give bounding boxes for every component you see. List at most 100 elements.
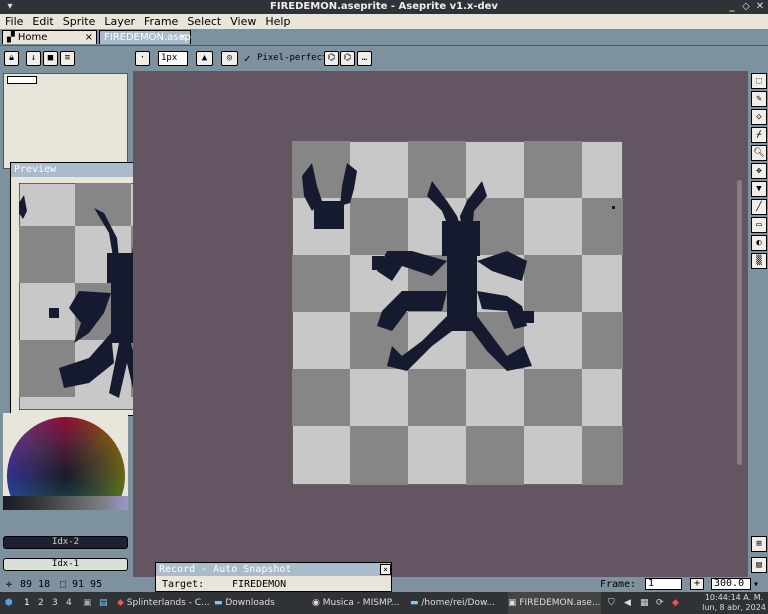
window-menu-icon[interactable]: ▾: [4, 1, 16, 13]
close-window-icon[interactable]: ✕: [754, 1, 766, 13]
tools-panel: ⬚ ✎ ◇ ⌿ 🔍︎ ✥ ▼ ╱ ▭ ◐ ▒ ⊞ ▤: [750, 71, 768, 577]
pixel-perfect-checkbox[interactable]: ✓: [244, 52, 251, 65]
brush-size-field[interactable]: 1px: [158, 51, 188, 66]
blur-tool-icon[interactable]: ▒: [751, 253, 767, 269]
eyedropper-tool-icon[interactable]: ⌿: [751, 127, 767, 143]
workspace-3[interactable]: 3: [52, 592, 58, 614]
move-down-icon[interactable]: ↓: [26, 51, 41, 66]
color-wheel[interactable]: [7, 417, 125, 508]
taskbar-app-splinterlands[interactable]: ◆ Splinterlands - C...: [117, 592, 210, 614]
color-wheel-panel[interactable]: [3, 413, 128, 508]
line-tool-icon[interactable]: ╱: [751, 199, 767, 215]
menu-select[interactable]: Select: [182, 14, 225, 29]
record-titlebar[interactable]: Record - Auto Snapshot: [156, 563, 391, 576]
marquee-tool-icon[interactable]: ⬚: [751, 73, 767, 89]
tab-home[interactable]: ▞ Home ×: [2, 30, 97, 44]
pencil-tool-icon[interactable]: ✎: [751, 91, 767, 107]
minimize-icon[interactable]: _: [726, 1, 738, 13]
tab-home-close-icon[interactable]: ×: [85, 31, 93, 44]
rectangle-tool-icon[interactable]: ▭: [751, 217, 767, 233]
browser-icon: ◆: [117, 598, 127, 608]
frame-label: Frame:: [600, 579, 637, 590]
workspace-4[interactable]: 4: [66, 592, 72, 614]
brush-type-icon[interactable]: ·: [135, 51, 150, 66]
eraser-tool-icon[interactable]: ◇: [751, 109, 767, 125]
frame-field[interactable]: 1: [645, 578, 682, 590]
menu-layer[interactable]: Layer: [99, 14, 139, 29]
palette-swatch-strip[interactable]: [7, 76, 37, 84]
window-titlebar: FIREDEMON.aseprite - Aseprite v1.x-dev ▾…: [0, 0, 768, 14]
taskbar: ⬢ 1 2 3 4 ▣ ▤ ◆ Splinterlands - C... ▬ D…: [0, 592, 768, 614]
record-window[interactable]: Record - Auto Snapshot × Target: FIREDEM…: [155, 562, 392, 592]
tab-bar: ▞ Home × FIREDEMON.asep ×: [0, 29, 768, 44]
record-close-icon[interactable]: ×: [380, 564, 391, 575]
music-icon: ◉: [312, 598, 323, 608]
workspace-2[interactable]: 2: [38, 592, 44, 614]
home-icon: ▞: [7, 32, 18, 43]
contour-tool-icon[interactable]: ◐: [751, 235, 767, 251]
tray-icon[interactable]: ▦: [640, 592, 649, 614]
record-title: Record - Auto Snapshot: [159, 564, 292, 575]
menu-file[interactable]: File: [0, 14, 27, 29]
menu-lines-icon[interactable]: ≡: [60, 51, 75, 66]
window-title: FIREDEMON.aseprite - Aseprite v1.x-dev: [270, 1, 498, 12]
tab-firedemon[interactable]: FIREDEMON.asep ×: [99, 30, 191, 44]
canvas-scrollbar[interactable]: [737, 180, 742, 465]
menu-edit[interactable]: Edit: [27, 14, 57, 29]
zoom-dropdown-icon[interactable]: ▾: [753, 577, 759, 592]
taskbar-app-aseprite[interactable]: ▣ FIREDEMON.ase...: [508, 592, 601, 614]
bg-color-index[interactable]: Idx-1: [3, 558, 128, 571]
workspace-1[interactable]: 1: [24, 592, 30, 614]
show-desktop-icon[interactable]: ▤: [99, 592, 108, 614]
panel-toggle-icon[interactable]: ▤: [751, 557, 767, 573]
timeline-toggle-icon[interactable]: ⊞: [751, 536, 767, 552]
opacity-icon[interactable]: ◎: [221, 51, 238, 66]
update-icon[interactable]: ⟳: [656, 592, 664, 614]
zoom-field[interactable]: 300.0: [711, 578, 751, 590]
menu-view[interactable]: View: [225, 14, 260, 29]
network-icon[interactable]: ⛉: [608, 592, 615, 614]
color-shades-bar[interactable]: [3, 496, 128, 510]
fill-tool-icon[interactable]: ▼: [751, 181, 767, 197]
clock-time: 10:44:14 A. M.: [704, 593, 764, 602]
record-target-label: Target:: [162, 579, 205, 590]
zoom-tool-icon[interactable]: 🔍︎: [751, 145, 767, 161]
cursor-icon: ✛: [6, 579, 13, 590]
tab-home-label: Home: [17, 32, 48, 43]
maximize-icon[interactable]: ◇: [740, 1, 752, 13]
folder-icon: ▬: [410, 598, 422, 608]
menu-sprite[interactable]: Sprite: [58, 14, 100, 29]
context-toolbar: 🔒︎ ↓ ■ ≡ · 1px ▲ ◎ ✓ Pixel-perfect ⌬ ⌬ …: [0, 45, 768, 71]
menu-frame[interactable]: Frame: [139, 14, 182, 29]
ink-icon[interactable]: ▲: [196, 51, 213, 66]
cursor-position: 89 18: [20, 579, 51, 590]
sprite-size-icon: ⬚: [60, 579, 67, 590]
volume-icon[interactable]: ◀: [624, 592, 631, 614]
more-options-icon[interactable]: …: [357, 51, 372, 66]
symmetry-options-icon[interactable]: ⌬: [340, 51, 355, 66]
folder-icon: ▬: [214, 598, 226, 608]
menu-bar: File Edit Sprite Layer Frame Select View…: [0, 14, 768, 29]
preview-title: Preview: [14, 164, 57, 175]
menu-help[interactable]: Help: [260, 14, 294, 29]
symmetry-icon[interactable]: ⌬: [324, 51, 339, 66]
tab-firedemon-close-icon[interactable]: ×: [179, 31, 187, 44]
files-icon[interactable]: ▣: [83, 592, 92, 614]
brave-tray-icon[interactable]: ◆: [672, 592, 679, 614]
pixel-perfect-label: Pixel-perfect: [257, 53, 328, 63]
taskbar-app-downloads[interactable]: ▬ Downloads: [214, 592, 275, 614]
sprite-size: 91 95: [72, 579, 103, 590]
aseprite-icon: ▣: [508, 598, 520, 608]
lock-icon[interactable]: 🔒︎: [4, 51, 19, 66]
start-menu-icon[interactable]: ⬢: [5, 592, 13, 614]
taskbar-app-folder[interactable]: ▬ /home/rei/Dow...: [410, 592, 495, 614]
sprite-canvas[interactable]: [292, 141, 623, 485]
palette-area[interactable]: [3, 73, 128, 169]
fg-color-index[interactable]: Idx-2: [3, 536, 128, 549]
taskbar-app-musica[interactable]: ◉ Musica - MISMP...: [312, 592, 399, 614]
layer-icon[interactable]: ■: [43, 51, 58, 66]
move-tool-icon[interactable]: ✥: [751, 163, 767, 179]
add-frame-icon[interactable]: +: [690, 578, 704, 590]
record-target-value: FIREDEMON: [232, 579, 287, 590]
clock[interactable]: 10:44:14 A. M. lun, 8 abr, 2024: [700, 593, 768, 613]
